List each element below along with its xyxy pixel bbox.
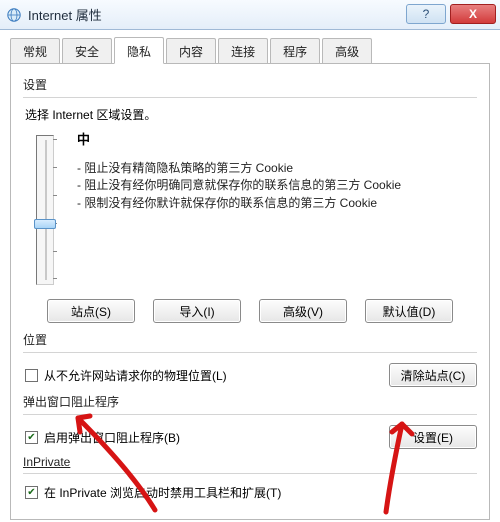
- privacy-bullet: 阻止没有精简隐私策略的第三方 Cookie: [84, 160, 293, 177]
- settings-button-row: 站点(S) 导入(I) 高级(V) 默认值(D): [23, 299, 477, 323]
- close-button[interactable]: X: [450, 4, 496, 24]
- inprivate-row: 在 InPrivate 浏览启动时禁用工具栏和扩展(T): [25, 484, 477, 501]
- inprivate-disable-toolbars-checkbox[interactable]: [25, 486, 38, 499]
- never-allow-location-label: 从不允许网站请求你的物理位置(L): [44, 367, 383, 384]
- clear-sites-button[interactable]: 清除站点(C): [389, 363, 477, 387]
- location-heading: 位置: [23, 331, 477, 348]
- privacy-level-description: 中 阻止没有精简隐私策略的第三方 Cookie 阻止没有经你明确同意就保存你的联…: [63, 129, 477, 212]
- tab-connections[interactable]: 连接: [218, 38, 268, 63]
- tab-security[interactable]: 安全: [62, 38, 112, 63]
- slider-thumb[interactable]: [34, 219, 56, 229]
- settings-prompt: 选择 Internet 区域设置。: [25, 106, 477, 123]
- tab-content[interactable]: 内容: [166, 38, 216, 63]
- tab-panel-privacy: 设置 选择 Internet 区域设置。 中 阻止没有精简隐私: [10, 64, 490, 520]
- popup-row: 启用弹出窗口阻止程序(B) 设置(E): [25, 425, 477, 449]
- client-area: 常规 安全 隐私 内容 连接 程序 高级 设置 选择 Internet 区域设置…: [0, 30, 500, 520]
- privacy-level-bullets: 阻止没有精简隐私策略的第三方 Cookie 阻止没有经你明确同意就保存你的联系信…: [75, 160, 477, 212]
- tab-advanced[interactable]: 高级: [322, 38, 372, 63]
- tab-strip: 常规 安全 隐私 内容 连接 程序 高级: [10, 38, 490, 64]
- divider: [23, 97, 477, 98]
- privacy-bullet: 限制没有经你默许就保存你的联系信息的第三方 Cookie: [84, 195, 377, 212]
- enable-popup-blocker-checkbox[interactable]: [25, 431, 38, 444]
- default-button[interactable]: 默认值(D): [365, 299, 453, 323]
- popup-heading: 弹出窗口阻止程序: [23, 393, 477, 410]
- location-row: 从不允许网站请求你的物理位置(L) 清除站点(C): [25, 363, 477, 387]
- import-button[interactable]: 导入(I): [153, 299, 241, 323]
- advanced-button[interactable]: 高级(V): [259, 299, 347, 323]
- internet-options-icon: [6, 7, 22, 23]
- help-button[interactable]: ?: [406, 4, 446, 24]
- window-title: Internet 属性: [28, 5, 404, 24]
- privacy-slider-column: [31, 129, 59, 285]
- divider: [23, 473, 477, 474]
- tab-general[interactable]: 常规: [10, 38, 60, 63]
- divider: [23, 352, 477, 353]
- enable-popup-blocker-label: 启用弹出窗口阻止程序(B): [44, 429, 383, 446]
- privacy-level-label: 中: [77, 129, 477, 148]
- inprivate-disable-toolbars-label: 在 InPrivate 浏览启动时禁用工具栏和扩展(T): [44, 484, 477, 501]
- tab-privacy[interactable]: 隐私: [114, 37, 164, 64]
- privacy-bullet: 阻止没有经你明确同意就保存你的联系信息的第三方 Cookie: [84, 177, 401, 194]
- popup-settings-button[interactable]: 设置(E): [389, 425, 477, 449]
- never-allow-location-checkbox[interactable]: [25, 369, 38, 382]
- tab-programs[interactable]: 程序: [270, 38, 320, 63]
- privacy-level-slider[interactable]: [36, 135, 54, 285]
- privacy-level-row: 中 阻止没有精简隐私策略的第三方 Cookie 阻止没有经你明确同意就保存你的联…: [23, 129, 477, 285]
- titlebar: Internet 属性 ? X: [0, 0, 500, 30]
- sites-button[interactable]: 站点(S): [47, 299, 135, 323]
- inprivate-heading: InPrivate: [23, 455, 477, 469]
- settings-heading: 设置: [23, 76, 477, 93]
- window-buttons: ? X: [404, 0, 500, 29]
- divider: [23, 414, 477, 415]
